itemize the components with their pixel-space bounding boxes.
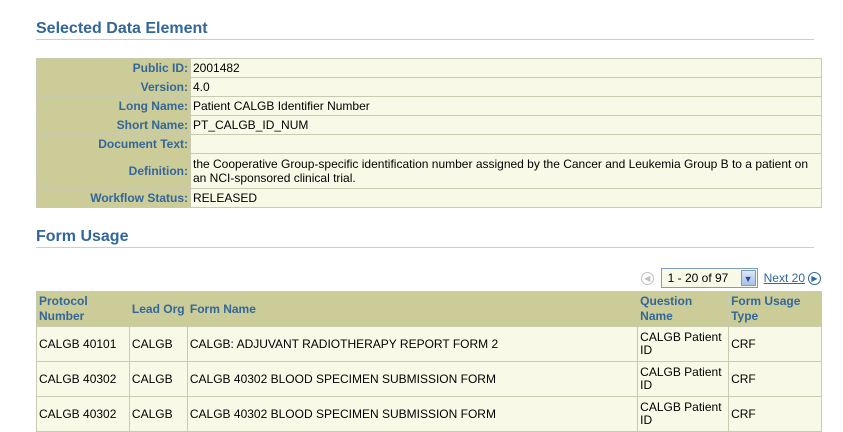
cell-form-name: CALGB 40302 BLOOD SPECIMEN SUBMISSION FO…: [186, 396, 639, 432]
column-header-form-name[interactable]: Form Name: [186, 291, 639, 327]
detail-value: the Cooperative Group-specific identific…: [190, 153, 822, 189]
chevron-down-icon[interactable]: ▼: [740, 270, 756, 286]
detail-row-version: Version: 4.0: [36, 77, 822, 97]
data-element-details-table: Public ID: 2001482 Version: 4.0 Long Nam…: [36, 58, 822, 208]
detail-label: Workflow Status:: [36, 188, 191, 208]
pagination-bar: ◀ 1 - 20 of 97 ▼ Next 20 ▶: [640, 268, 821, 288]
page-range-select[interactable]: 1 - 20 of 97 ▼: [660, 268, 758, 288]
cell-form-name: CALGB 40302 BLOOD SPECIMEN SUBMISSION FO…: [186, 361, 639, 397]
cell-question-name: CALGB Patient ID: [637, 361, 730, 397]
cell-lead-org: CALGB: [128, 396, 188, 432]
detail-row-short-name: Short Name: PT_CALGB_ID_NUM: [36, 115, 822, 135]
detail-row-workflow-status: Workflow Status: RELEASED: [36, 188, 822, 208]
detail-label: Definition:: [36, 153, 191, 189]
cell-form-usage-type: CRF: [728, 326, 822, 362]
detail-label: Public ID:: [36, 58, 191, 78]
table-row: CALGB 40101 CALGB CALGB: ADJUVANT RADIOT…: [36, 326, 822, 362]
detail-value: RELEASED: [190, 188, 822, 208]
section-divider: [36, 247, 814, 248]
cell-protocol-number: CALGB 40101: [36, 326, 130, 362]
next-page-link[interactable]: Next 20: [764, 271, 805, 285]
form-usage-title: Form Usage: [36, 228, 129, 245]
detail-value: 2001482: [190, 58, 822, 78]
cell-form-name: CALGB: ADJUVANT RADIOTHERAPY REPORT FORM…: [186, 326, 639, 362]
previous-arrow-icon[interactable]: ◀: [640, 271, 654, 285]
detail-value: 4.0: [190, 77, 822, 97]
detail-label: Document Text:: [36, 134, 191, 154]
column-header-question-name[interactable]: Question Name: [637, 291, 730, 327]
section-divider: [36, 39, 814, 40]
column-header-protocol-number[interactable]: Protocol Number: [36, 291, 130, 327]
column-header-lead-org[interactable]: Lead Org: [128, 291, 188, 327]
cell-protocol-number: CALGB 40302: [36, 396, 130, 432]
form-usage-table: Protocol Number Lead Org Form Name Quest…: [36, 291, 822, 432]
next-arrow-icon[interactable]: ▶: [808, 271, 821, 285]
detail-value: [190, 134, 822, 154]
detail-row-public-id: Public ID: 2001482: [36, 58, 822, 78]
table-header-row: Protocol Number Lead Org Form Name Quest…: [36, 291, 822, 327]
selected-data-element-title: Selected Data Element: [36, 20, 208, 37]
detail-row-document-text: Document Text:: [36, 134, 822, 154]
cell-form-usage-type: CRF: [728, 396, 822, 432]
table-row: CALGB 40302 CALGB CALGB 40302 BLOOD SPEC…: [36, 396, 822, 432]
detail-label: Long Name:: [36, 96, 191, 116]
detail-label: Version:: [36, 77, 191, 97]
cell-protocol-number: CALGB 40302: [36, 361, 130, 397]
cell-form-usage-type: CRF: [728, 361, 822, 397]
cell-question-name: CALGB Patient ID: [637, 326, 730, 362]
detail-row-definition: Definition: the Cooperative Group-specif…: [36, 153, 822, 189]
cell-lead-org: CALGB: [128, 361, 188, 397]
page-range-value: 1 - 20 of 97: [667, 271, 729, 285]
detail-value: Patient CALGB Identifier Number: [190, 96, 822, 116]
cell-lead-org: CALGB: [128, 326, 188, 362]
detail-label: Short Name:: [36, 115, 191, 135]
table-row: CALGB 40302 CALGB CALGB 40302 BLOOD SPEC…: [36, 361, 822, 397]
detail-value: PT_CALGB_ID_NUM: [190, 115, 822, 135]
detail-row-long-name: Long Name: Patient CALGB Identifier Numb…: [36, 96, 822, 116]
column-header-form-usage-type[interactable]: Form Usage Type: [728, 291, 822, 327]
cell-question-name: CALGB Patient ID: [637, 396, 730, 432]
